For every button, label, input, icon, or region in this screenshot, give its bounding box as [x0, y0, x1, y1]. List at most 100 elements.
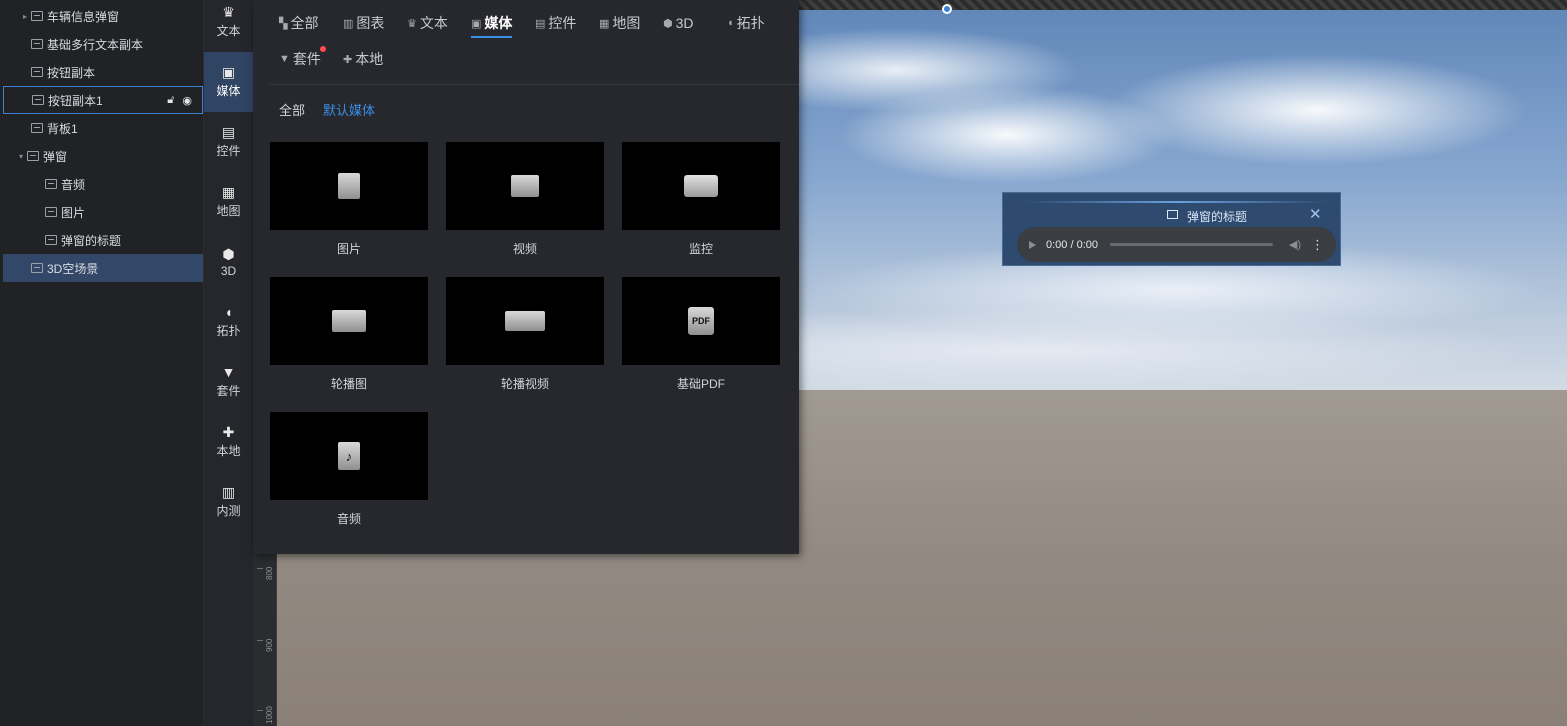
category-3d[interactable]: ⬢ 3D [204, 232, 253, 292]
media-card-video[interactable]: 视频 [446, 142, 604, 257]
media-card-camera[interactable]: 监控 [622, 142, 780, 257]
close-icon[interactable]: ✕ [1309, 205, 1322, 223]
tab-media[interactable]: ▣ 媒体 [471, 12, 513, 38]
layer-item[interactable]: 音频 [3, 170, 203, 198]
carousel-icon [332, 310, 366, 332]
ruler-label: 900 [265, 638, 274, 652]
layer-label: 图片 [61, 205, 86, 220]
media-icon: ▣ [221, 64, 236, 80]
chart-icon: ▥ [343, 17, 354, 30]
tab-topology[interactable]: ◖ 拓扑 [727, 12, 765, 34]
unlock-icon[interactable]: 🔓︎ [167, 94, 174, 107]
play-icon[interactable] [1029, 240, 1036, 249]
layer-label: 按钮副本1 [48, 93, 103, 108]
ruler-label: 1000 [265, 706, 274, 724]
category-control[interactable]: ▤ 控件 [204, 112, 253, 172]
card-label: 音频 [336, 512, 361, 526]
row-tools: 🔓︎ ◉ [167, 94, 202, 107]
tab-local[interactable]: ✚ 本地 [343, 48, 383, 70]
component-library-panel: ▚ 全部 ▥ 图表 ♛ 文本 ▣ 媒体 ▤ 控件 ▦ 地图 ⬢ 3D ◖ 拓扑 ▼ 套件 ✚ 本地 … [253, 0, 799, 554]
button-icon [32, 95, 44, 105]
audio-file-icon: ♪ [338, 442, 360, 470]
layer-item[interactable]: 基础多行文本副本 [3, 30, 203, 58]
layer-label: 背板1 [47, 121, 78, 136]
image-file-icon [338, 173, 360, 199]
category-local[interactable]: ✚ 本地 [204, 412, 253, 472]
tab-label: 3D [675, 15, 694, 31]
category-label: 本地 [216, 444, 241, 458]
tab-label: 拓扑 [736, 15, 765, 31]
category-label: 3D [220, 263, 237, 278]
tab-3d[interactable]: ⬢ 3D [663, 12, 694, 34]
expand-arrow-icon[interactable]: ▸ [19, 12, 31, 21]
media-card-carousel-video[interactable]: 轮播视频 [446, 277, 604, 392]
tab-text[interactable]: ♛ 文本 [407, 12, 448, 34]
card-label: 图片 [336, 242, 361, 256]
popup-window[interactable]: 弹窗的标题 ✕ 0:00 / 0:00 ◀) ⋮ [1002, 192, 1341, 266]
carousel-video-icon [505, 311, 545, 331]
category-media[interactable]: ▣ 媒体 [204, 52, 253, 112]
vertical-ruler: 800 900 1000 [253, 554, 277, 726]
category-sidebar: ♛ 文本 ▣ 媒体 ▤ 控件 ▦ 地图 ⬢ 3D ◖ 拓扑 ▼ 套件 ✚ 本地 ▥ 内测 [204, 0, 253, 726]
image-icon [31, 123, 43, 133]
layer-item[interactable]: 背板1 [3, 114, 203, 142]
layer-item-active[interactable]: 3D空场景 [3, 254, 203, 282]
ruler-tick [257, 710, 263, 711]
selection-handle[interactable] [942, 4, 952, 14]
layer-item-selected[interactable]: 按钮副本1 🔓︎ ◉ [3, 86, 203, 114]
tab-label: 全部 [290, 15, 319, 31]
scene-3d-icon [31, 263, 43, 273]
layer-item[interactable]: ▾ 弹窗 [3, 142, 203, 170]
tab-label: 控件 [548, 15, 577, 31]
tab-label: 图表 [356, 15, 385, 31]
control-icon: ▤ [535, 17, 546, 30]
cube-icon: ⬢ [222, 245, 235, 262]
media-card-pdf[interactable]: PDF 基础PDF [622, 277, 780, 392]
tab-map[interactable]: ▦ 地图 [599, 12, 640, 34]
audio-progress-bar[interactable] [1110, 243, 1273, 246]
media-card-image[interactable]: 图片 [270, 142, 428, 257]
category-label: 拓扑 [216, 324, 241, 338]
category-kit[interactable]: ▼ 套件 [204, 352, 253, 412]
layer-item[interactable]: 按钮副本 [3, 58, 203, 86]
more-options-icon[interactable]: ⋮ [1311, 237, 1324, 253]
text-box-icon [27, 151, 39, 161]
shirt-icon: ▼ [279, 53, 290, 65]
text-box-icon [31, 11, 43, 21]
grid-icon: ▚ [279, 17, 288, 30]
card-thumbnail [446, 277, 604, 365]
media-card-carousel[interactable]: 轮播图 [270, 277, 428, 392]
tab-label: 套件 [292, 51, 321, 67]
category-topology[interactable]: ◖ 拓扑 [204, 292, 253, 352]
tab-control[interactable]: ▤ 控件 [535, 12, 576, 34]
puzzle-icon: ✚ [222, 424, 235, 440]
eye-icon[interactable]: ◉ [182, 94, 192, 107]
layer-item[interactable]: 图片 [3, 198, 203, 226]
category-map[interactable]: ▦ 地图 [204, 172, 253, 232]
tab-chart[interactable]: ▥ 图表 [343, 12, 384, 34]
tab-all[interactable]: ▚ 全部 [279, 12, 318, 34]
subtab-default-media[interactable]: 默认媒体 [323, 100, 375, 119]
audio-player[interactable]: 0:00 / 0:00 ◀) ⋮ [1017, 227, 1336, 262]
expand-arrow-icon[interactable]: ▾ [15, 152, 27, 161]
layer-label: 音频 [61, 177, 86, 192]
card-label: 轮播视频 [500, 377, 549, 391]
notification-dot [319, 46, 326, 52]
layer-item[interactable]: 弹窗的标题 [3, 226, 203, 254]
layer-tree-panel: ▸ 车辆信息弹窗 基础多行文本副本 按钮副本 按钮副本1 🔓︎ ◉ 背板1 ▾ [0, 0, 204, 726]
subtab-all[interactable]: 全部 [279, 100, 305, 119]
tab-label: 媒体 [484, 15, 513, 31]
category-text[interactable]: ♛ 文本 [204, 0, 253, 52]
pdf-icon: PDF [688, 307, 714, 335]
tab-kit[interactable]: ▼ 套件 [279, 46, 326, 70]
volume-icon[interactable]: ◀) [1289, 238, 1301, 251]
category-beta[interactable]: ▥ 内测 [204, 472, 253, 532]
popup-decoration-line [1023, 201, 1330, 203]
layer-label: 按钮副本 [47, 65, 96, 80]
layer-label: 基础多行文本副本 [47, 37, 144, 52]
media-card-audio[interactable]: ♪ 音频 [270, 412, 428, 527]
category-label: 媒体 [216, 84, 241, 98]
ruler-tick [257, 640, 263, 641]
layer-item[interactable]: ▸ 车辆信息弹窗 [3, 2, 203, 30]
layer-label: 弹窗 [43, 149, 68, 164]
